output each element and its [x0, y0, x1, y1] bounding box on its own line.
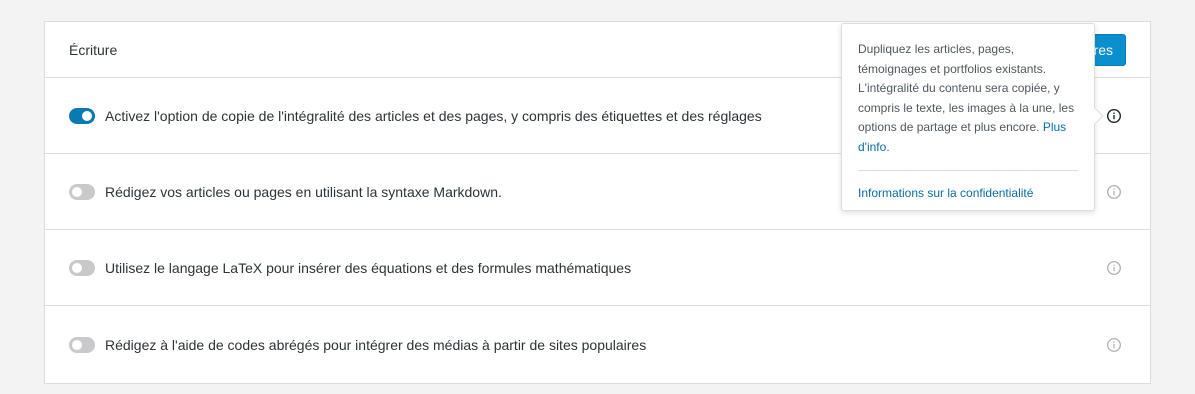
setting-row-latex: Utilisez le langage LaTeX pour insérer d… [45, 230, 1150, 306]
toggle-knob [82, 110, 92, 121]
info-icon[interactable] [1106, 108, 1122, 124]
privacy-info-link[interactable]: Informations sur la confidentialité [858, 186, 1078, 200]
shortcodes-label: Rédigez à l'aide de codes abrégés pour i… [105, 336, 647, 353]
info-popover: Dupliquez les articles, pages, témoignag… [841, 23, 1104, 211]
toggle-knob [72, 339, 82, 350]
latex-toggle[interactable] [69, 259, 95, 276]
setting-row-shortcodes: Rédigez à l'aide de codes abrégés pour i… [45, 306, 1150, 383]
markdown-toggle[interactable] [69, 183, 95, 200]
popover-description: Dupliquez les articles, pages, témoignag… [858, 40, 1078, 157]
info-icon[interactable] [1106, 337, 1122, 353]
latex-label: Utilisez le langage LaTeX pour insérer d… [105, 259, 632, 276]
toggle-knob [72, 186, 82, 197]
info-icon[interactable] [1106, 260, 1122, 276]
popover-divider [858, 170, 1078, 171]
copy-posts-toggle[interactable] [69, 107, 95, 124]
info-icon[interactable] [1106, 184, 1122, 200]
popover-text: Dupliquez les articles, pages, témoignag… [858, 42, 1075, 134]
toggle-knob [72, 262, 82, 273]
card-title: Écriture [69, 41, 118, 58]
shortcodes-toggle[interactable] [69, 336, 95, 353]
